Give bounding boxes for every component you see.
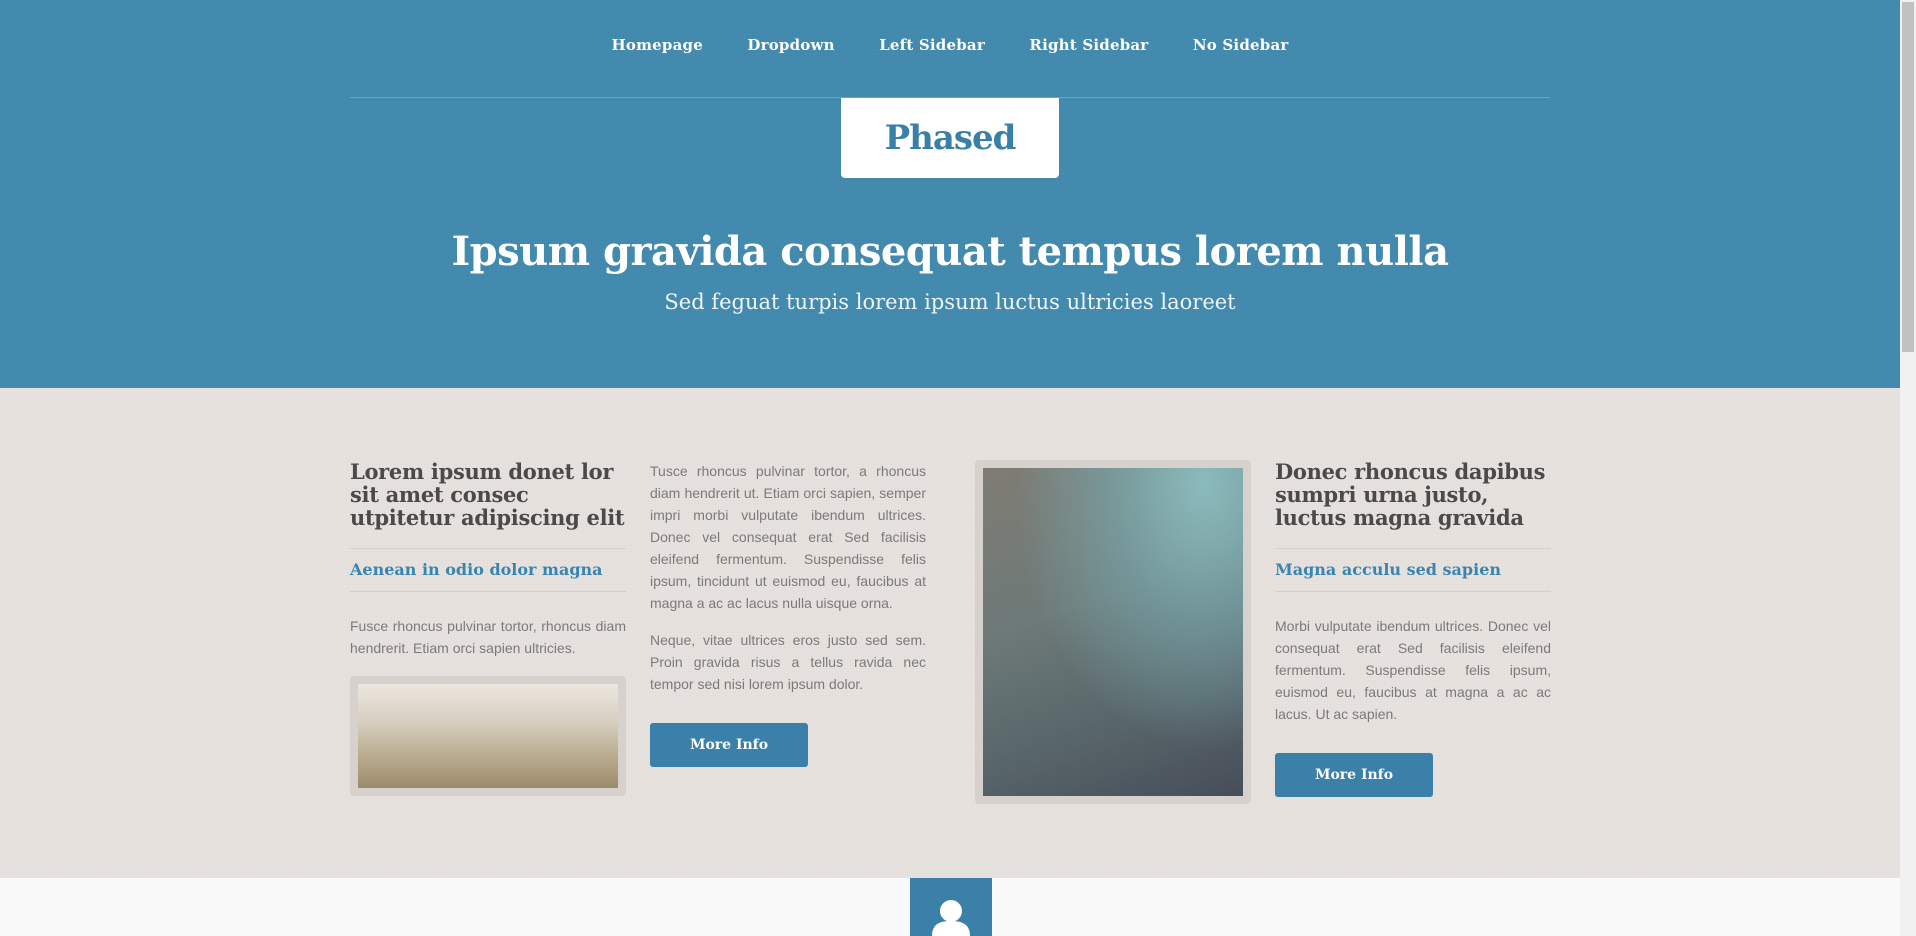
- left-feature-body: Fusce rhoncus pulvinar tortor, rhoncus d…: [350, 615, 626, 659]
- nav-item-right-sidebar[interactable]: Right Sidebar: [1029, 36, 1148, 54]
- nav-item-dropdown[interactable]: Dropdown: [747, 36, 834, 54]
- feature-image[interactable]: [975, 460, 1251, 804]
- middle-paragraph-1: Tusce rhoncus pulvinar tortor, a rhoncus…: [650, 463, 926, 611]
- left-feature-column: Lorem ipsum donet lor sit amet consec ut…: [350, 460, 626, 796]
- tall-image-column: [975, 460, 1251, 804]
- divider: [350, 548, 626, 549]
- left-feature-title: Lorem ipsum donet lor sit amet consec ut…: [350, 459, 625, 530]
- main-content: Lorem ipsum donet lor sit amet consec ut…: [0, 388, 1900, 878]
- left-feature-text: Fusce rhoncus pulvinar tortor, rhoncus d…: [350, 618, 626, 656]
- more-info-button[interactable]: More Info: [650, 723, 808, 767]
- nav-item-homepage[interactable]: Homepage: [612, 36, 703, 54]
- logo-text: Phased: [884, 118, 1017, 158]
- page: Homepage Dropdown Left Sidebar Right Sid…: [0, 0, 1900, 936]
- left-feature-subtitle: Aenean in odio dolor magna: [350, 560, 603, 579]
- logo[interactable]: Phased: [841, 98, 1059, 178]
- right-feature-text: Morbi vulputate ibendum ultrices. Donec …: [1275, 618, 1551, 722]
- scrollbar-thumb[interactable]: [1902, 2, 1914, 352]
- left-feature-image[interactable]: [350, 676, 626, 796]
- more-info-button[interactable]: More Info: [1275, 753, 1433, 797]
- user-icon: [932, 900, 970, 936]
- hero-subtitle: Sed feguat turpis lorem ipsum luctus ult…: [664, 290, 1236, 314]
- user-badge: [910, 878, 992, 936]
- middle-text-column: Tusce rhoncus pulvinar tortor, a rhoncus…: [650, 460, 926, 767]
- main-nav: Homepage Dropdown Left Sidebar Right Sid…: [0, 36, 1900, 55]
- divider: [1275, 591, 1551, 592]
- left-feature-image-content: [358, 684, 618, 788]
- hero-title: Ipsum gravida consequat tempus lorem nul…: [451, 228, 1449, 275]
- right-feature-body: Morbi vulputate ibendum ultrices. Donec …: [1275, 615, 1551, 725]
- middle-paragraph-2: Neque, vitae ultrices eros justo sed sem…: [650, 632, 926, 692]
- feature-image-content: [983, 468, 1243, 796]
- right-feature-title: Donec rhoncus dapibus sumpri urna justo,…: [1275, 459, 1546, 530]
- nav-item-no-sidebar[interactable]: No Sidebar: [1193, 36, 1289, 54]
- right-feature-column: Donec rhoncus dapibus sumpri urna justo,…: [1275, 460, 1551, 797]
- footer-section: [0, 878, 1900, 936]
- nav-item-left-sidebar[interactable]: Left Sidebar: [879, 36, 985, 54]
- divider: [350, 591, 626, 592]
- divider: [1275, 548, 1551, 549]
- right-feature-subtitle: Magna acculu sed sapien: [1275, 560, 1501, 579]
- site-header: Homepage Dropdown Left Sidebar Right Sid…: [0, 0, 1900, 388]
- vertical-scrollbar[interactable]: [1900, 0, 1916, 936]
